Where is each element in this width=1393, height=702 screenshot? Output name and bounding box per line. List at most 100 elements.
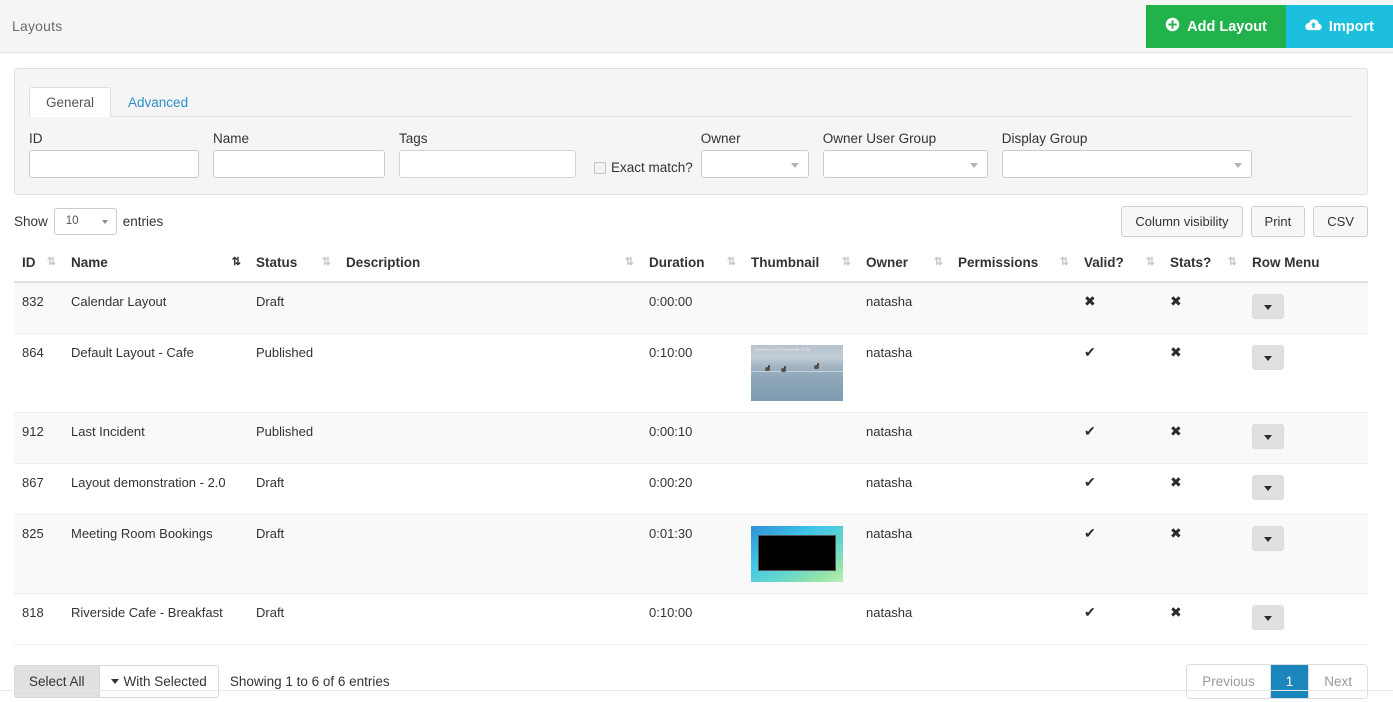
table-row[interactable]: 825 Meeting Room Bookings Draft 0:01:30 … <box>14 515 1368 594</box>
cell-name: Meeting Room Bookings <box>63 515 248 594</box>
thumbnail-caption: Welcome to Riverside Cafe <box>755 347 811 352</box>
tab-advanced[interactable]: Advanced <box>111 87 205 118</box>
cloud-upload-icon <box>1305 18 1322 36</box>
pagination-next[interactable]: Next <box>1309 665 1367 698</box>
show-label: Show <box>14 214 48 229</box>
pagination-page-1[interactable]: 1 <box>1271 665 1310 698</box>
col-header-description[interactable]: Description⇅ <box>338 247 641 282</box>
valid-check-icon: ✔ <box>1084 344 1096 360</box>
sort-icon-status: ⇅ <box>322 257 330 268</box>
cell-id: 832 <box>14 282 63 334</box>
cell-description <box>338 413 641 464</box>
csv-button[interactable]: CSV <box>1313 206 1368 237</box>
add-layout-button[interactable]: Add Layout <box>1146 5 1286 48</box>
row-menu-button[interactable] <box>1252 526 1284 551</box>
id-input[interactable] <box>29 150 199 178</box>
select-all-button[interactable]: Select All <box>14 665 100 698</box>
col-label-row-menu: Row Menu <box>1252 255 1320 270</box>
col-label-name: Name <box>71 255 108 270</box>
row-menu-button[interactable] <box>1252 294 1284 319</box>
cell-stats: ✖ <box>1162 413 1244 464</box>
row-menu-button[interactable] <box>1252 475 1284 500</box>
import-button[interactable]: Import <box>1286 5 1393 48</box>
top-header-bar: Layouts Add Layout Import <box>0 0 1393 53</box>
cell-stats: ✖ <box>1162 334 1244 413</box>
col-header-stats[interactable]: Stats?⇅ <box>1162 247 1244 282</box>
pagination: Previous 1 Next <box>1186 664 1368 699</box>
cell-row-menu <box>1244 515 1368 594</box>
table-row[interactable]: 912 Last Incident Published 0:00:10 nata… <box>14 413 1368 464</box>
table-row[interactable]: 832 Calendar Layout Draft 0:00:00 natash… <box>14 282 1368 334</box>
cell-row-menu <box>1244 594 1368 645</box>
layouts-table-region: Show 10 entries Column visibility Print … <box>14 195 1368 702</box>
cell-valid: ✖ <box>1076 282 1162 334</box>
display-group-select[interactable] <box>1002 150 1252 178</box>
layout-thumbnail-image[interactable]: Welcome to Riverside Cafe <box>751 345 843 401</box>
table-row[interactable]: 818 Riverside Cafe - Breakfast Draft 0:1… <box>14 594 1368 645</box>
col-header-thumbnail[interactable]: Thumbnail⇅ <box>743 247 858 282</box>
table-head: ID⇅ Name⇅ Status⇅ Description⇅ Duration⇅… <box>14 247 1368 282</box>
cell-thumbnail <box>743 413 858 464</box>
top-actions: Add Layout Import <box>1146 5 1393 48</box>
col-label-stats: Stats? <box>1170 255 1211 270</box>
page-length-select[interactable]: 10 <box>54 208 117 235</box>
cell-permissions <box>950 515 1076 594</box>
tags-input[interactable] <box>399 150 576 178</box>
col-label-status: Status <box>256 255 297 270</box>
exact-match-checkbox[interactable] <box>594 162 606 174</box>
name-input[interactable] <box>213 150 385 178</box>
col-header-duration[interactable]: Duration⇅ <box>641 247 743 282</box>
cell-valid: ✔ <box>1076 464 1162 515</box>
cell-owner: natasha <box>858 594 950 645</box>
table-body: 832 Calendar Layout Draft 0:00:00 natash… <box>14 282 1368 645</box>
print-button[interactable]: Print <box>1251 206 1306 237</box>
filter-field-display-group: Display Group <box>1002 131 1252 178</box>
sort-icon-thumbnail: ⇅ <box>842 257 850 268</box>
col-header-id[interactable]: ID⇅ <box>14 247 63 282</box>
exact-match-group: Exact match? <box>594 160 693 175</box>
cell-valid: ✔ <box>1076 334 1162 413</box>
pagination-previous[interactable]: Previous <box>1187 665 1271 698</box>
cell-permissions <box>950 413 1076 464</box>
cell-owner: natasha <box>858 413 950 464</box>
cell-row-menu <box>1244 334 1368 413</box>
cell-duration: 0:01:30 <box>641 515 743 594</box>
table-export-buttons: Column visibility Print CSV <box>1121 206 1368 237</box>
cell-thumbnail <box>743 282 858 334</box>
cell-thumbnail: Welcome to Riverside Cafe <box>743 334 858 413</box>
owner-user-group-select[interactable] <box>823 150 988 178</box>
filter-field-name: Name <box>213 131 385 178</box>
cell-description <box>338 464 641 515</box>
sort-icon-id: ⇅ <box>47 257 55 268</box>
row-menu-button[interactable] <box>1252 424 1284 449</box>
cell-description <box>338 334 641 413</box>
cell-owner: natasha <box>858 282 950 334</box>
col-header-row-menu: Row Menu⇅ <box>1244 247 1368 282</box>
col-label-owner: Owner <box>866 255 908 270</box>
valid-cross-icon: ✖ <box>1084 293 1096 309</box>
col-header-permissions[interactable]: Permissions⇅ <box>950 247 1076 282</box>
cell-duration: 0:10:00 <box>641 334 743 413</box>
table-row[interactable]: 864 Default Layout - Cafe Published 0:10… <box>14 334 1368 413</box>
cell-owner: natasha <box>858 334 950 413</box>
row-menu-button[interactable] <box>1252 345 1284 370</box>
cell-name: Default Layout - Cafe <box>63 334 248 413</box>
col-header-valid[interactable]: Valid?⇅ <box>1076 247 1162 282</box>
table-row[interactable]: 867 Layout demonstration - 2.0 Draft 0:0… <box>14 464 1368 515</box>
row-menu-button[interactable] <box>1252 605 1284 630</box>
tab-general[interactable]: General <box>29 87 111 118</box>
sort-icon-permissions: ⇅ <box>1060 257 1068 268</box>
col-header-owner[interactable]: Owner ⇅ <box>858 247 950 282</box>
column-visibility-button[interactable]: Column visibility <box>1121 206 1242 237</box>
sort-icon-owner: ⇅ <box>934 257 942 268</box>
cell-valid: ✔ <box>1076 515 1162 594</box>
with-selected-button[interactable]: With Selected <box>100 665 219 698</box>
col-header-name[interactable]: Name⇅ <box>63 247 248 282</box>
plus-circle-icon <box>1165 17 1180 36</box>
cell-duration: 0:00:10 <box>641 413 743 464</box>
layout-thumbnail-image[interactable] <box>751 526 843 582</box>
owner-select[interactable] <box>701 150 809 178</box>
page-length-group: Show 10 entries <box>14 208 163 235</box>
cell-stats: ✖ <box>1162 594 1244 645</box>
col-header-status[interactable]: Status ⇅ <box>248 247 338 282</box>
